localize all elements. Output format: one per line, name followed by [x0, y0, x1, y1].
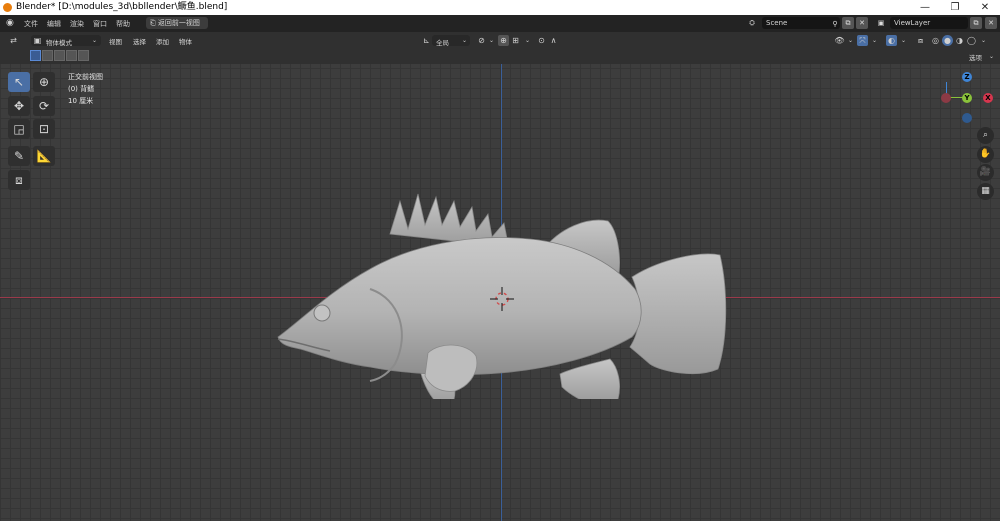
menu-window[interactable]: 窗口 [93, 19, 107, 29]
transform-orientation-icon: ⊾ [423, 36, 430, 45]
chevron-down-icon[interactable]: ⌄ [986, 51, 997, 62]
falloff-icon[interactable]: ∧ [548, 35, 559, 46]
grid-scale-label: 10 厘米 [68, 97, 94, 105]
snap-icon[interactable]: ⊕ [498, 35, 509, 46]
back-to-previous-button[interactable]: ⎗ 返回前一视图 [146, 17, 208, 29]
mode-label: 物体模式 [46, 39, 72, 47]
menu-add[interactable]: 添加 [156, 36, 169, 46]
3d-cursor-icon [490, 287, 514, 311]
snap-options-icon[interactable]: ⊞ [510, 35, 521, 46]
menu-view[interactable]: 视图 [109, 36, 122, 46]
fish-eye [313, 304, 331, 322]
chevron-down-icon[interactable]: ⌄ [898, 35, 909, 46]
gizmo-neg-x-axis[interactable] [941, 93, 951, 103]
collection-label: (0) 背鳍 [68, 85, 95, 93]
menu-render[interactable]: 渲染 [70, 19, 84, 29]
select-new-icon[interactable] [30, 50, 41, 61]
visibility-icon[interactable]: 👁 [834, 35, 845, 46]
back-icon: ⎗ [150, 19, 158, 27]
material-shading-icon[interactable]: ◑ [954, 35, 965, 46]
gizmo-neg-z-axis[interactable] [962, 113, 972, 123]
mode-dropdown[interactable]: ▣ 物体模式 ⌄ [31, 35, 101, 47]
editor-type-icon[interactable]: ⇄ [8, 35, 19, 46]
view-name: 正交前视图 [68, 73, 103, 81]
menu-select[interactable]: 选择 [133, 36, 146, 46]
pin-icon[interactable]: ⚲ [829, 18, 841, 30]
menu-file[interactable]: 文件 [24, 19, 38, 29]
chevron-down-icon[interactable]: ⌄ [486, 35, 497, 46]
window-title: Blender* [D:\modules_3d\bbllender\鳜鱼.ble… [16, 2, 228, 12]
select-box-tool[interactable]: ↖ [8, 72, 30, 92]
annotate-tool[interactable]: ✎ [8, 146, 30, 166]
chevron-down-icon: ⌄ [91, 37, 98, 44]
perspective-grid-icon[interactable]: ▦ [977, 183, 994, 200]
transform-orientation-dropdown[interactable]: 全局 ⌄ [432, 35, 470, 47]
view-layer-name: ViewLayer [894, 19, 931, 27]
maximize-button[interactable]: ❐ [940, 0, 970, 15]
delete-scene-icon[interactable]: ✕ [856, 17, 868, 29]
back-button-label: 返回前一视图 [157, 19, 200, 27]
object-mode-icon: ▣ [33, 36, 42, 45]
chevron-down-icon[interactable]: ⌄ [845, 35, 856, 46]
select-extend-icon[interactable] [42, 50, 53, 61]
close-button[interactable]: ✕ [970, 0, 1000, 15]
select-intersect-icon[interactable] [78, 50, 89, 61]
top-menu-bar: ◉ 文件 编辑 渲染 窗口 帮助 ⎗ 返回前一视图 ⛭ Scene ⚲ ⧉ ✕ … [0, 15, 1000, 32]
wireframe-shading-icon[interactable]: ◎ [930, 35, 941, 46]
gizmo-x-axis[interactable]: X [983, 93, 993, 103]
measure-tool[interactable]: 📐 [33, 146, 55, 166]
chevron-down-icon: ⌄ [461, 37, 468, 44]
pectoral-fin [424, 344, 478, 392]
menu-help[interactable]: 帮助 [116, 19, 130, 29]
gizmo-z-axis[interactable]: Z [962, 72, 972, 82]
scene-icon[interactable]: ⛭ [746, 17, 758, 29]
add-cube-tool[interactable]: ⧈ [8, 170, 30, 190]
transform-tool[interactable]: ⊡ [33, 119, 55, 139]
tool-settings-bar: 选项 ⌄ [0, 49, 1000, 64]
view-layer-field[interactable]: ViewLayer [890, 17, 968, 29]
tail-fin [629, 253, 727, 375]
rendered-shading-icon[interactable]: ◯ [966, 35, 977, 46]
blender-logo-icon [3, 3, 12, 12]
viewport-header: ⇄ ▣ 物体模式 ⌄ 视图 选择 添加 物体 ⊾ 全局 ⌄ ⊘ ⌄ ⊕ ⊞ ⌄ … [0, 32, 1000, 49]
chevron-down-icon[interactable]: ⌄ [978, 35, 989, 46]
cursor-tool[interactable]: ⊕ [33, 72, 55, 92]
transform-orientation-label: 全局 [436, 39, 449, 47]
zoom-icon[interactable]: ⌕ [977, 127, 994, 144]
options-menu[interactable]: 选项 [969, 52, 982, 62]
minimize-button[interactable]: — [910, 0, 940, 15]
new-scene-icon[interactable]: ⧉ [842, 17, 854, 29]
chevron-down-icon[interactable]: ⌄ [522, 35, 533, 46]
anal-fin [559, 358, 620, 399]
chevron-down-icon[interactable]: ⌄ [869, 35, 880, 46]
view-layer-icon[interactable]: ▣ [875, 17, 887, 29]
gizmo-y-axis[interactable]: Y [962, 93, 972, 103]
proportional-edit-icon[interactable]: ⊙ [536, 35, 547, 46]
select-subtract-icon[interactable] [54, 50, 65, 61]
gizmo-toggle-icon[interactable]: ⤧ [857, 35, 868, 46]
scale-tool[interactable]: ◲ [8, 119, 30, 139]
window-title-bar: Blender* [D:\modules_3d\bbllender\鳜鱼.ble… [0, 0, 1000, 15]
camera-view-icon[interactable]: 🎥 [977, 164, 994, 181]
solid-shading-icon[interactable]: ● [942, 35, 953, 46]
scene-name: Scene [766, 19, 788, 27]
menu-object[interactable]: 物体 [179, 36, 192, 46]
move-tool[interactable]: ✥ [8, 96, 30, 116]
delete-view-layer-icon[interactable]: ✕ [985, 17, 997, 29]
xray-icon[interactable]: ⧈ [915, 35, 926, 46]
rotate-tool[interactable]: ⟳ [33, 96, 55, 116]
select-invert-icon[interactable] [66, 50, 77, 61]
pan-hand-icon[interactable]: ✋ [977, 146, 994, 163]
overlays-icon[interactable]: ◐ [886, 35, 897, 46]
new-view-layer-icon[interactable]: ⧉ [970, 17, 982, 29]
3d-viewport[interactable]: ↖ ⊕ ✥ ⟳ ◲ ⊡ ✎ 📐 ⧈ 正交前视图 (0) 背鳍 10 厘米 Z Y… [0, 64, 1000, 521]
menu-edit[interactable]: 编辑 [47, 19, 61, 29]
blender-menu-icon[interactable]: ◉ [6, 18, 14, 28]
